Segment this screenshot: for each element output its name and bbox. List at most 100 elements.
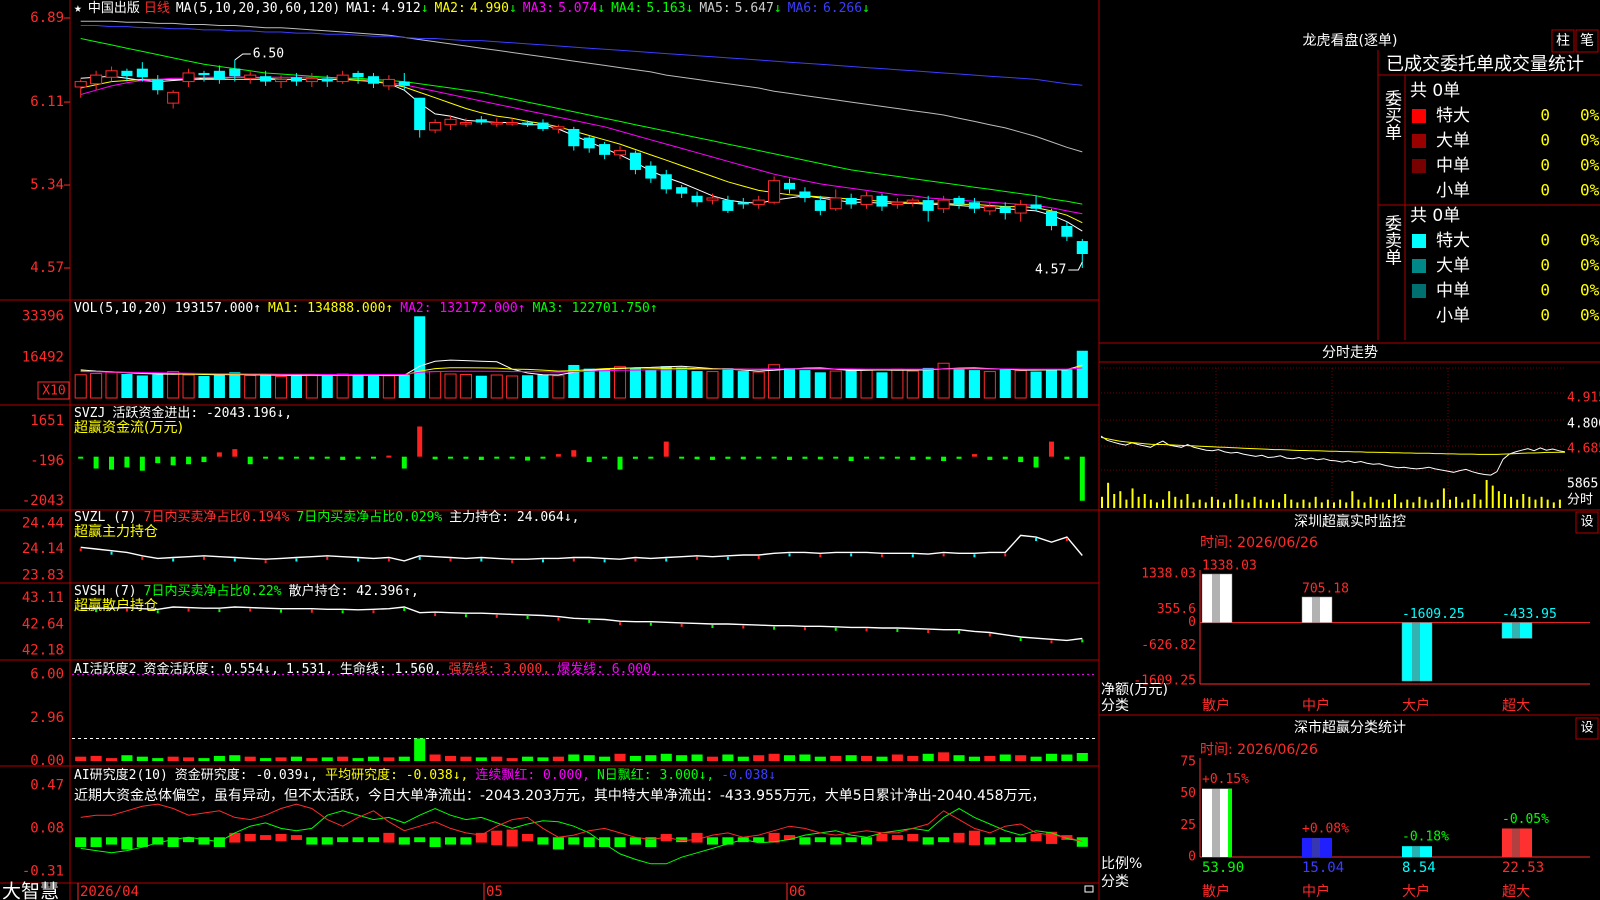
- svsh-tick: [896, 628, 899, 632]
- volume-bar: [629, 367, 641, 398]
- svzj-bar: [571, 450, 577, 457]
- volume-bar: [676, 367, 688, 398]
- intraday-volume-bar: [1375, 499, 1378, 508]
- ai-active-bar: [984, 755, 996, 761]
- ai-research-bar: [799, 837, 811, 845]
- candle-down: [1045, 210, 1058, 226]
- candle-down: [814, 200, 826, 211]
- volume-bar: [506, 375, 519, 399]
- svzl-tick-label: 24.14: [22, 541, 64, 557]
- candle-down: [691, 195, 703, 203]
- volume-bar: [814, 372, 826, 398]
- volume-bar: [860, 369, 873, 399]
- candle-up: [182, 72, 195, 83]
- svzl-tick: [480, 558, 483, 562]
- ai-research-bar: [922, 837, 934, 845]
- ai-active-bar: [953, 755, 965, 761]
- ai-research-comment: 近期大资金总体偏空，虽有异动，但不太活跃，今日大单净流出：-2043.203万元…: [74, 788, 1046, 804]
- ai-active-bar: [460, 756, 472, 761]
- volume-bar: [922, 367, 934, 398]
- dragon-side-label: 委买单: [1381, 89, 1402, 140]
- ai-active-bar: [367, 756, 380, 761]
- volume-bar: [229, 372, 241, 398]
- ma-label: MA4:: [611, 1, 642, 16]
- svzj-bar: [509, 456, 515, 459]
- intraday-volume-bar: [1278, 502, 1281, 508]
- svzj-bar: [278, 456, 284, 460]
- sz-monitor-bar-shade: [1212, 574, 1220, 623]
- svzl-tick: [264, 560, 267, 564]
- stock-name[interactable]: 中国出版: [88, 1, 140, 16]
- ai-research-bar: [1015, 837, 1027, 843]
- svzj-bar: [725, 456, 731, 459]
- intraday-volume-bar: [1253, 496, 1256, 508]
- intraday-volume-bar: [1473, 494, 1476, 508]
- ai-active-bar: [398, 756, 410, 761]
- sz-category-tick-label: 75: [1180, 755, 1196, 770]
- dragon-row-swatch: [1412, 134, 1426, 148]
- volume-bar: [783, 368, 796, 398]
- candle-down: [968, 202, 980, 209]
- candle-up: [105, 70, 118, 78]
- svsh-tick: [557, 617, 560, 621]
- ai-active-bar: [629, 755, 641, 761]
- period-label[interactable]: 日线: [144, 1, 170, 16]
- candle-down: [845, 197, 857, 205]
- ai-active-bar: [306, 758, 318, 761]
- dragon-row-swatch: [1412, 109, 1426, 123]
- candle-up: [444, 118, 457, 126]
- intraday-volume-bar: [1101, 496, 1103, 508]
- ai-research-bar: [260, 835, 272, 840]
- volume-bar: [752, 371, 765, 399]
- ai-research-bar: [599, 837, 611, 848]
- intraday-volume-bar: [1333, 502, 1335, 508]
- svzj-bar: [525, 456, 531, 461]
- candle-down: [260, 76, 272, 82]
- svzj-bar: [971, 454, 977, 457]
- volume-bar: [367, 375, 380, 398]
- sz-category-value-label: 8.54: [1402, 860, 1436, 876]
- volume-bar: [213, 374, 225, 398]
- ai-research-bar: [830, 837, 842, 845]
- sz-monitor-ylabel: 净额(万元): [1101, 682, 1168, 698]
- ai-active-bar: [429, 754, 441, 761]
- sz-monitor-bar-shade: [1312, 596, 1320, 623]
- ai-research-bar: [414, 837, 426, 843]
- svzj-subtitle: 超赢资金流(万元): [74, 419, 183, 436]
- svzj-bar: [355, 456, 361, 459]
- ai-active-bar: [907, 755, 919, 761]
- intraday-vol-tick: 5865: [1567, 477, 1598, 492]
- candle-down: [213, 70, 225, 80]
- svzj-bar: [848, 456, 854, 461]
- volume-bar: [336, 373, 349, 399]
- candle-down: [1030, 204, 1042, 209]
- volume-bar: [1076, 350, 1088, 398]
- intraday-volume-bar: [1259, 499, 1262, 508]
- ai-active-bar: [876, 756, 888, 761]
- svsh-tick-label: 43.11: [22, 590, 64, 606]
- ai-research-bar: [614, 837, 626, 848]
- intraday-volume-bar: [1204, 502, 1207, 508]
- svzl-subtitle: 超赢主力持仓: [74, 523, 158, 540]
- svsh-tick: [249, 608, 252, 612]
- svzj-bar: [109, 456, 115, 470]
- candle-up: [613, 150, 627, 156]
- ai-research-bar: [984, 837, 996, 845]
- svzl-tick: [942, 553, 945, 557]
- intraday-volume-bar: [1363, 502, 1366, 508]
- ai-active-bar: [506, 758, 518, 761]
- ai-research-bar: [999, 837, 1011, 843]
- svzj-bar: [386, 455, 392, 458]
- dragon-row-label: 大单: [1436, 256, 1470, 276]
- ma-label: MA6:: [788, 1, 819, 16]
- volume-bar: [537, 374, 549, 398]
- svzj-bar: [833, 456, 839, 459]
- svsh-tick-label: 42.18: [22, 643, 64, 659]
- candle-down: [352, 72, 364, 78]
- intraday-volume-bar: [1174, 496, 1177, 508]
- ma-label: MA5:: [699, 1, 730, 16]
- sz-monitor-value-label: 1338.03: [1202, 559, 1257, 574]
- ai-research-bar: [522, 833, 534, 842]
- intraday-volume-bar: [1210, 496, 1213, 508]
- svsh-header: SVSH (7) 7日内买卖净占比0.22% 散户持仓: 42.396↑,: [74, 583, 419, 599]
